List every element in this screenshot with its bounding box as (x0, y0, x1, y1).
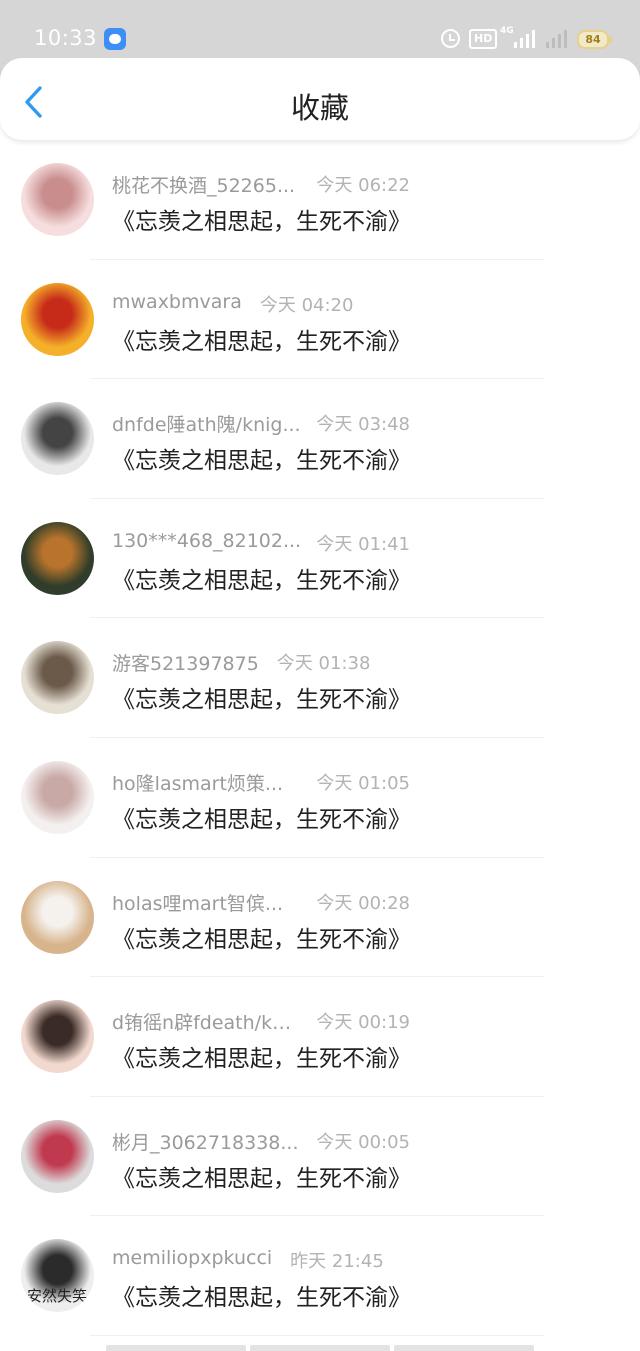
favorite-title[interactable]: 《忘羡之相思起，生死不渝》 (112, 561, 411, 595)
favorite-title[interactable]: 《忘羡之相思起，生死不渝》 (112, 920, 411, 954)
network-type-label: 4G (500, 26, 514, 36)
username[interactable]: 130***468_82102... (112, 530, 302, 552)
timestamp: 今天 06:22 (316, 175, 410, 196)
item-meta: dnfde陲ath隗/knig... 今天 03:48 (112, 410, 432, 437)
battery-icon: 84 (577, 30, 612, 49)
username[interactable]: memiliopxpkucci (112, 1247, 272, 1269)
favorite-title[interactable]: 《忘羡之相思起，生死不渝》 (112, 441, 411, 475)
avatar[interactable] (21, 880, 94, 954)
timestamp: 今天 01:38 (276, 653, 371, 675)
favorite-title[interactable]: 《忘羡之相思起，生死不渝》 (112, 800, 411, 834)
item-meta: 桃花不换酒_52265... 今天 06:22 (112, 171, 432, 198)
username[interactable]: d铕徭n辟fdeath/kn... (112, 1008, 302, 1035)
list-item[interactable]: holas哩mart智傧... 今天 00:28 《忘羡之相思起，生死不渝》 (0, 858, 640, 978)
item-meta: 游客521397875 今天 01:38 (112, 649, 432, 676)
hd-voice-icon: HD (469, 29, 498, 49)
list-item[interactable]: 彬月_3062718338... 今天 00:05 《忘羡之相思起，生死不渝》 (0, 1097, 640, 1217)
list-item[interactable]: ho隆lasmart烦策... 今天 01:05 《忘羡之相思起，生死不渝》 (0, 738, 640, 858)
favorites-list: 桃花不换酒_52265... 今天 06:22 《忘羡之相思起，生死不渝》 mwaxb… (0, 140, 640, 1336)
favorite-title[interactable]: 《忘羡之相思起，生死不渝》 (112, 322, 411, 356)
item-meta: 彬月_3062718338... 今天 00:05 (112, 1128, 432, 1155)
avatar[interactable] (21, 402, 94, 476)
favorite-title[interactable]: 《忘羡之相思起，生死不渝》 (112, 202, 411, 236)
avatar[interactable] (21, 760, 94, 834)
avatar[interactable] (21, 521, 94, 595)
list-item[interactable]: 安然失笑 memiliopxpkucci 昨天 21:45 《忘羡之相思起，生死不渝》 (0, 1216, 640, 1336)
username[interactable]: 彬月_3062718338... (112, 1128, 302, 1155)
timestamp: 今天 00:05 (316, 1131, 410, 1153)
timestamp: 今天 04:20 (259, 294, 354, 316)
avatar[interactable]: 安然失笑 (21, 1239, 94, 1313)
bottom-edge-indicator (106, 1345, 534, 1351)
alarm-icon (441, 29, 460, 48)
timestamp: 今天 00:28 (316, 892, 410, 914)
item-meta: mwaxbmvara 今天 04:20 (112, 291, 432, 316)
timestamp: 昨天 21:45 (290, 1251, 384, 1273)
timestamp: 今天 00:19 (316, 1012, 410, 1034)
timestamp: 今天 01:41 (316, 533, 410, 555)
username[interactable]: ho隆lasmart烦策... (112, 769, 302, 796)
avatar[interactable] (21, 641, 94, 715)
avatar[interactable] (21, 1119, 94, 1193)
list-item[interactable]: d铕徭n辟fdeath/kn... 今天 00:19 《忘羡之相思起，生死不渝》 (0, 977, 640, 1097)
item-meta: memiliopxpkucci 昨天 21:45 (112, 1247, 432, 1273)
username[interactable]: dnfde陲ath隗/knig... (112, 410, 302, 437)
list-item[interactable]: 桃花不换酒_52265... 今天 06:22 《忘羡之相思起，生死不渝》 (0, 140, 640, 260)
favorite-title[interactable]: 《忘羡之相思起，生死不渝》 (112, 1039, 411, 1073)
app-notification-icon (104, 28, 126, 50)
list-item[interactable]: dnfde陲ath隗/knig... 今天 03:48 《忘羡之相思起，生死不渝》 (0, 379, 640, 499)
avatar[interactable] (21, 163, 94, 236)
item-meta: holas哩mart智傧... 今天 00:28 (112, 889, 432, 916)
favorite-title[interactable]: 《忘羡之相思起，生死不渝》 (112, 1159, 411, 1193)
avatar[interactable] (21, 282, 94, 356)
signal-strength-sim2-icon (546, 28, 567, 48)
status-time: 10:33 (34, 26, 98, 50)
username[interactable]: 桃花不换酒_52265... (112, 171, 302, 198)
avatar-caption: 安然失笑 (27, 1287, 88, 1306)
header-bar: 收藏 (0, 58, 640, 141)
timestamp: 今天 01:05 (316, 772, 410, 794)
page-title: 收藏 (290, 91, 349, 125)
divider (90, 1334, 544, 1336)
username[interactable]: mwaxbmvara (112, 291, 242, 313)
item-meta: 130***468_82102... 今天 01:41 (112, 530, 432, 555)
favorite-title[interactable]: 《忘羡之相思起，生死不渝》 (112, 1278, 411, 1312)
item-meta: d铕徭n辟fdeath/kn... 今天 00:19 (112, 1008, 432, 1035)
favorite-title[interactable]: 《忘羡之相思起，生死不渝》 (112, 680, 411, 714)
signal-strength-icon (514, 28, 535, 48)
list-item[interactable]: mwaxbmvara 今天 04:20 《忘羡之相思起，生死不渝》 (0, 260, 640, 380)
item-meta: ho隆lasmart烦策... 今天 01:05 (112, 769, 432, 796)
avatar[interactable] (21, 1000, 94, 1074)
list-item[interactable]: 游客521397875 今天 01:38 《忘羡之相思起，生死不渝》 (0, 618, 640, 738)
username[interactable]: holas哩mart智傧... (112, 889, 302, 916)
username[interactable]: 游客521397875 (112, 649, 259, 676)
list-item[interactable]: 130***468_82102... 今天 01:41 《忘羡之相思起，生死不渝》 (0, 499, 640, 619)
timestamp: 今天 03:48 (316, 414, 410, 436)
